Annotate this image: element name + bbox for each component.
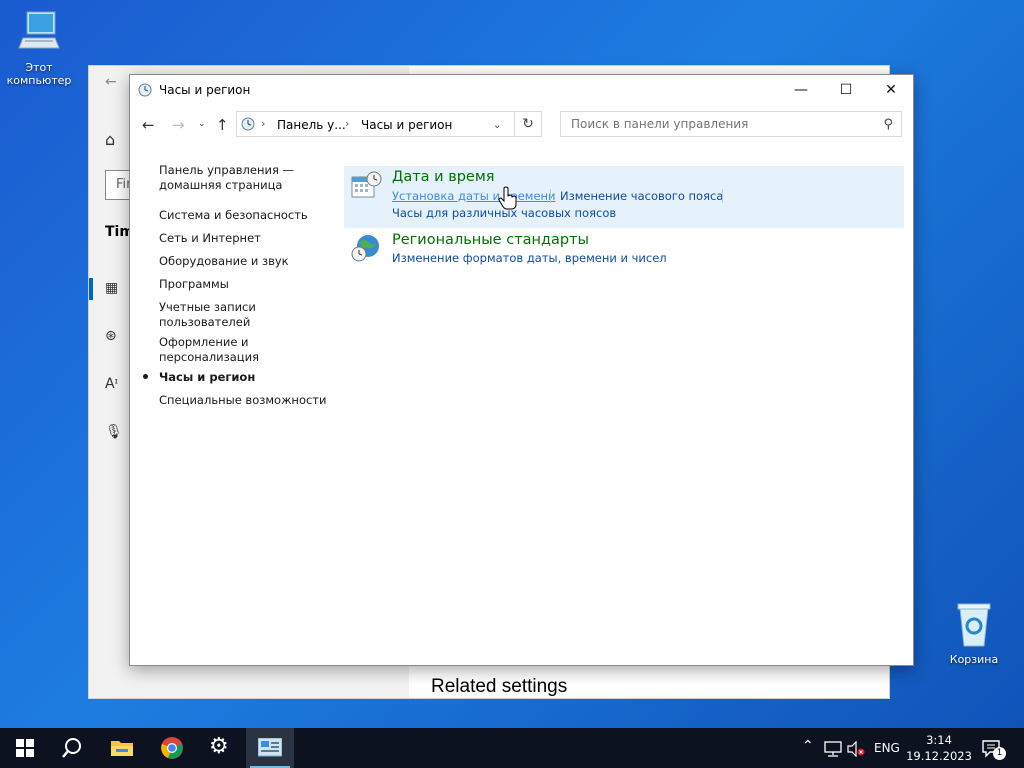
clock-date: 19.12.2023 (906, 749, 972, 763)
show-hidden-icons-chevron-icon[interactable]: ⌃ (802, 738, 814, 754)
maximize-button[interactable]: ☐ (823, 75, 869, 105)
calendar-clock-icon (351, 171, 382, 198)
address-dropdown-chevron-icon[interactable]: ⌄ (493, 120, 501, 131)
control-panel-taskbar-button[interactable] (246, 728, 294, 768)
file-explorer-button[interactable] (98, 728, 146, 768)
forward-arrow-icon[interactable]: → (172, 116, 185, 134)
chrome-icon (161, 737, 183, 759)
this-pc-desktop-icon[interactable]: Этот компьютер (2, 8, 76, 87)
recent-locations-chevron-icon[interactable]: ⌄ (198, 119, 206, 129)
breadcrumb-control-panel[interactable]: Панель у... (277, 118, 346, 132)
nav-item-network-internet[interactable]: Сеть и Интернет (159, 231, 261, 246)
start-button[interactable] (0, 728, 48, 768)
clock-time: 3:14 (926, 733, 952, 747)
volume-muted-icon[interactable] (847, 741, 865, 757)
nav-item-hardware-sound[interactable]: Оборудование и звук (159, 254, 289, 269)
category-date-time: Дата и время Установка даты и времени Из… (344, 166, 904, 228)
category-title-region[interactable]: Региональные стандарты (392, 232, 589, 248)
nav-item-appearance-personalization[interactable]: Оформление и персонализация (159, 335, 259, 365)
gear-icon: ⚙ (209, 734, 229, 759)
back-arrow-icon[interactable]: ← (142, 116, 155, 134)
related-settings-heading: Related settings (431, 676, 568, 697)
link-change-time-zone[interactable]: Изменение часового пояса (560, 189, 723, 203)
date-time-icon[interactable]: ▦ (105, 280, 123, 298)
windows-logo-icon (16, 739, 34, 757)
search-icon (62, 738, 81, 758)
nav-item-clock-region[interactable]: Часы и регион (143, 370, 256, 385)
network-icon[interactable] (824, 741, 842, 757)
search-box[interactable]: ⚲ (560, 111, 902, 137)
breadcrumb-separator-icon[interactable]: › (261, 117, 265, 130)
folder-icon (111, 741, 133, 756)
control-panel-icon (241, 117, 255, 131)
nav-item-label: Часы и регион (159, 370, 256, 384)
search-input[interactable] (569, 116, 873, 132)
breadcrumb-separator-icon[interactable]: › (345, 117, 349, 130)
recycle-bin-icon (957, 603, 991, 647)
search-icon[interactable]: ⚲ (883, 117, 893, 132)
nav-item-programs[interactable]: Программы (159, 277, 229, 292)
home-icon[interactable]: ⌂ (105, 130, 115, 149)
notification-count-badge: 1 (993, 747, 1006, 760)
title-bar[interactable]: Часы и регион — ☐ ✕ (130, 75, 913, 105)
control-panel-icon (138, 83, 152, 97)
link-change-date-time-number-formats[interactable]: Изменение форматов даты, времени и чисел (392, 251, 667, 265)
globe-clock-icon (351, 235, 379, 262)
settings-button[interactable]: ⚙ (197, 728, 245, 768)
address-row: ← → ⌄ ↑ › Панель у... › Часы и регион ⌄ … (130, 108, 913, 140)
link-set-date-time[interactable]: Установка даты и времени (392, 189, 556, 203)
category-title-date-time[interactable]: Дата и время (392, 169, 495, 185)
recycle-bin-desktop-icon[interactable]: Корзина (937, 600, 1011, 666)
up-arrow-icon[interactable]: ↑ (216, 116, 229, 134)
this-pc-label: Этот компьютер (6, 61, 72, 87)
language-icon[interactable]: Aᶦ (105, 376, 123, 394)
control-panel-icon (258, 738, 282, 757)
computer-icon (18, 11, 60, 49)
link-separator (550, 189, 551, 203)
selected-indicator (89, 278, 93, 300)
nav-item-control-panel-home[interactable]: Панель управления — домашняя страница (159, 163, 294, 193)
hand-pointer-cursor-icon (498, 186, 517, 210)
minimize-button[interactable]: — (778, 75, 824, 105)
nav-item-user-accounts[interactable]: Учетные записи пользователей (159, 300, 256, 330)
speech-microphone-icon[interactable]: 🎙 (105, 424, 123, 442)
chrome-button[interactable] (148, 728, 196, 768)
address-bar[interactable]: › Панель у... › Часы и регион ⌄ (236, 111, 542, 137)
link-separator (722, 189, 723, 203)
breadcrumb-clock-region[interactable]: Часы и регион (361, 118, 452, 132)
region-icon[interactable]: ⊛ (105, 328, 123, 346)
clock[interactable]: 3:14 19.12.2023 (906, 732, 972, 764)
control-panel-window: Часы и регион — ☐ ✕ ← → ⌄ ↑ › Панель у..… (129, 74, 914, 666)
close-button[interactable]: ✕ (868, 75, 914, 105)
category-region: Региональные стандарты Изменение формато… (344, 230, 904, 270)
recycle-bin-label: Корзина (949, 653, 999, 666)
taskbar: ⚙ ⌃ ENG 3:14 19.12.2023 1 (0, 728, 1024, 768)
search-button[interactable] (48, 728, 96, 768)
action-center-button[interactable]: 1 (978, 728, 1018, 768)
active-bullet-icon (143, 374, 148, 379)
back-arrow-icon[interactable]: ← (105, 74, 117, 90)
nav-item-system-security[interactable]: Система и безопасность (159, 208, 308, 223)
language-indicator[interactable]: ENG (874, 741, 900, 755)
refresh-button[interactable]: ↻ (514, 111, 542, 137)
window-title: Часы и регион (159, 83, 251, 97)
nav-item-ease-of-access[interactable]: Специальные возможности (159, 393, 326, 408)
